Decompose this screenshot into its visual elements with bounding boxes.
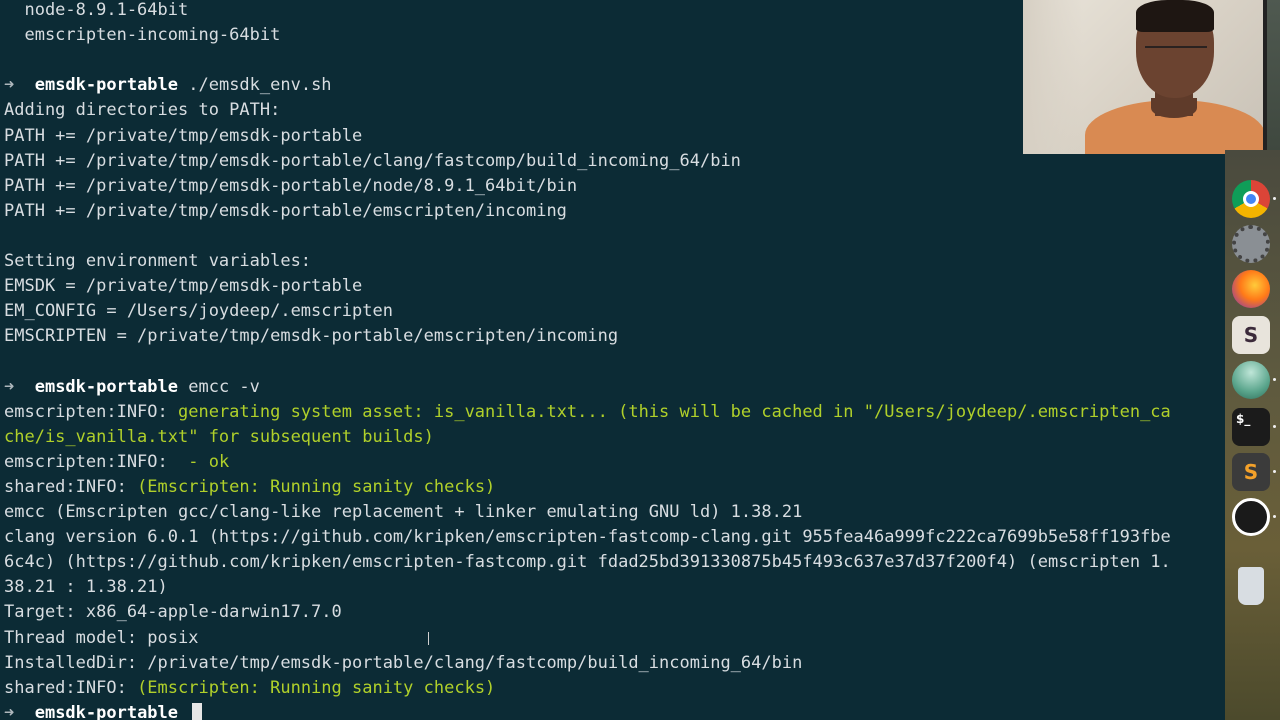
terminal-output-text: EM_CONFIG = /Users/joydeep/.emscripten bbox=[4, 301, 393, 322]
webcam-person-collar bbox=[1151, 98, 1197, 118]
app-landscape-icon[interactable] bbox=[1232, 361, 1270, 399]
webcam-overlay bbox=[1023, 0, 1267, 154]
terminal-line: ➜ emsdk-portable emcc -v bbox=[4, 375, 260, 400]
terminal-line: Adding directories to PATH: bbox=[4, 98, 280, 123]
prompt-arrow-icon: ➜ bbox=[4, 702, 15, 720]
prompt-command: ./emsdk_env.sh bbox=[178, 75, 332, 96]
terminal-line: Setting environment variables: bbox=[4, 249, 311, 274]
log-prefix: shared:INFO: bbox=[4, 476, 138, 497]
terminal-line: InstalledDir: /private/tmp/emsdk-portabl… bbox=[4, 651, 802, 676]
terminal-line: clang version 6.0.1 (https://github.com/… bbox=[4, 525, 1171, 550]
terminal-line: PATH += /private/tmp/emsdk-portable/node… bbox=[4, 174, 577, 199]
terminal-line: 6c4c) (https://github.com/kripken/emscri… bbox=[4, 550, 1171, 575]
terminal-line: PATH += /private/tmp/emsdk-portable bbox=[4, 124, 362, 149]
terminal-output-text: emscripten-incoming-64bit bbox=[4, 25, 281, 46]
log-prefix: emscripten:INFO: bbox=[4, 451, 178, 472]
terminal-output-text: emcc (Emscripten gcc/clang-like replacem… bbox=[4, 502, 803, 522]
log-prefix: emscripten:INFO: bbox=[4, 401, 178, 422]
log-message: generating system asset: is_vanilla.txt.… bbox=[178, 401, 1171, 422]
terminal-line: node-8.9.1-64bit bbox=[4, 0, 188, 23]
desktop-screen: node-8.9.1-64bit emscripten-incoming-64b… bbox=[0, 0, 1280, 720]
terminal-output-text: PATH += /private/tmp/emsdk-portable bbox=[4, 125, 363, 146]
prompt-command: emcc -v bbox=[178, 376, 260, 397]
terminal-line: emscripten:INFO: - ok bbox=[4, 450, 229, 475]
prompt-directory: emsdk-portable bbox=[14, 702, 179, 720]
terminal-line: shared:INFO: (Emscripten: Running sanity… bbox=[4, 676, 495, 701]
terminal-line: emcc (Emscripten gcc/clang-like replacem… bbox=[4, 500, 802, 525]
terminal-line: Target: x86_64-apple-darwin17.7.0 bbox=[4, 600, 342, 625]
running-indicator bbox=[1273, 425, 1276, 428]
trash-icon[interactable] bbox=[1238, 567, 1264, 605]
chrome-center-icon bbox=[1243, 191, 1259, 207]
running-indicator bbox=[1273, 378, 1276, 381]
terminal-line: EMSDK = /private/tmp/emsdk-portable bbox=[4, 274, 362, 299]
log-message: (Emscripten: Running sanity checks) bbox=[137, 476, 496, 497]
terminal-output-text: Adding directories to PATH: bbox=[4, 100, 281, 121]
terminal-output-text: 38.21 : 1.38.21) bbox=[4, 577, 168, 598]
running-indicator bbox=[1273, 197, 1276, 200]
terminal-output-text: Setting environment variables: bbox=[4, 251, 312, 271]
terminal-line: Thread model: posix bbox=[4, 626, 198, 651]
obs-icon[interactable] bbox=[1232, 498, 1270, 536]
terminal-line: shared:INFO: (Emscripten: Running sanity… bbox=[4, 475, 495, 500]
prompt-directory: emsdk-portable bbox=[14, 75, 179, 96]
prompt-arrow-icon: ➜ bbox=[4, 376, 15, 397]
terminal-cursor[interactable] bbox=[192, 703, 203, 720]
slack-icon[interactable]: S bbox=[1232, 316, 1270, 354]
terminal-output-text: InstalledDir: /private/tmp/emsdk-portabl… bbox=[4, 652, 803, 673]
terminal-line: EMSCRIPTEN = /private/tmp/emsdk-portable… bbox=[4, 324, 618, 349]
terminal-line: emscripten-incoming-64bit bbox=[4, 23, 280, 48]
log-message: - ok bbox=[178, 451, 230, 472]
terminal-icon[interactable]: $_ bbox=[1232, 408, 1270, 446]
sublime-text-icon[interactable]: S bbox=[1232, 453, 1270, 491]
log-message: che/is_vanilla.txt" for subsequent build… bbox=[4, 426, 434, 447]
terminal-output-text: node-8.9.1-64bit bbox=[4, 0, 189, 20]
log-message: (Emscripten: Running sanity checks) bbox=[137, 677, 496, 698]
system-preferences-icon[interactable] bbox=[1232, 225, 1270, 263]
webcam-person-glasses bbox=[1145, 46, 1207, 62]
prompt-command bbox=[178, 703, 188, 720]
terminal-line: ➜ emsdk-portable ./emsdk_env.sh bbox=[4, 73, 332, 98]
text-cursor-ibeam bbox=[428, 632, 434, 645]
firefox-icon[interactable] bbox=[1232, 270, 1270, 308]
log-prefix: shared:INFO: bbox=[4, 677, 138, 698]
terminal-line: 38.21 : 1.38.21) bbox=[4, 575, 168, 600]
terminal-line: ➜ emsdk-portable bbox=[4, 701, 203, 720]
terminal-output-text: clang version 6.0.1 (https://github.com/… bbox=[4, 527, 1171, 548]
slack-glyph: S bbox=[1243, 323, 1259, 347]
terminal-glyph: $_ bbox=[1236, 412, 1251, 426]
sublime-text-glyph: S bbox=[1243, 460, 1259, 484]
running-indicator bbox=[1273, 515, 1276, 518]
terminal-output-text: PATH += /private/tmp/emsdk-portable/node… bbox=[4, 175, 578, 196]
webcam-person-hair bbox=[1136, 0, 1214, 32]
terminal-output-text: Target: x86_64-apple-darwin17.7.0 bbox=[4, 602, 342, 623]
terminal-line: emscripten:INFO: generating system asset… bbox=[4, 400, 1171, 425]
webcam-background bbox=[1023, 0, 1083, 154]
desktop-wallpaper-strip bbox=[1267, 0, 1280, 160]
prompt-arrow-icon: ➜ bbox=[4, 75, 15, 96]
terminal-output-text: PATH += /private/tmp/emsdk-portable/clan… bbox=[4, 150, 741, 171]
terminal-line: PATH += /private/tmp/emsdk-portable/emsc… bbox=[4, 199, 567, 224]
terminal-output-text: Thread model: posix bbox=[4, 627, 199, 648]
chrome-icon[interactable] bbox=[1232, 180, 1270, 218]
terminal-output-text: EMSCRIPTEN = /private/tmp/emsdk-portable… bbox=[4, 326, 619, 347]
terminal-output-text: PATH += /private/tmp/emsdk-portable/emsc… bbox=[4, 200, 567, 221]
terminal-line: PATH += /private/tmp/emsdk-portable/clan… bbox=[4, 149, 741, 174]
running-indicator bbox=[1273, 470, 1276, 473]
terminal-line: EM_CONFIG = /Users/joydeep/.emscripten bbox=[4, 299, 393, 324]
terminal-output-text: EMSDK = /private/tmp/emsdk-portable bbox=[4, 276, 363, 297]
terminal-output-text: 6c4c) (https://github.com/kripken/emscri… bbox=[4, 552, 1171, 573]
terminal-line: che/is_vanilla.txt" for subsequent build… bbox=[4, 425, 434, 450]
prompt-directory: emsdk-portable bbox=[14, 376, 179, 397]
